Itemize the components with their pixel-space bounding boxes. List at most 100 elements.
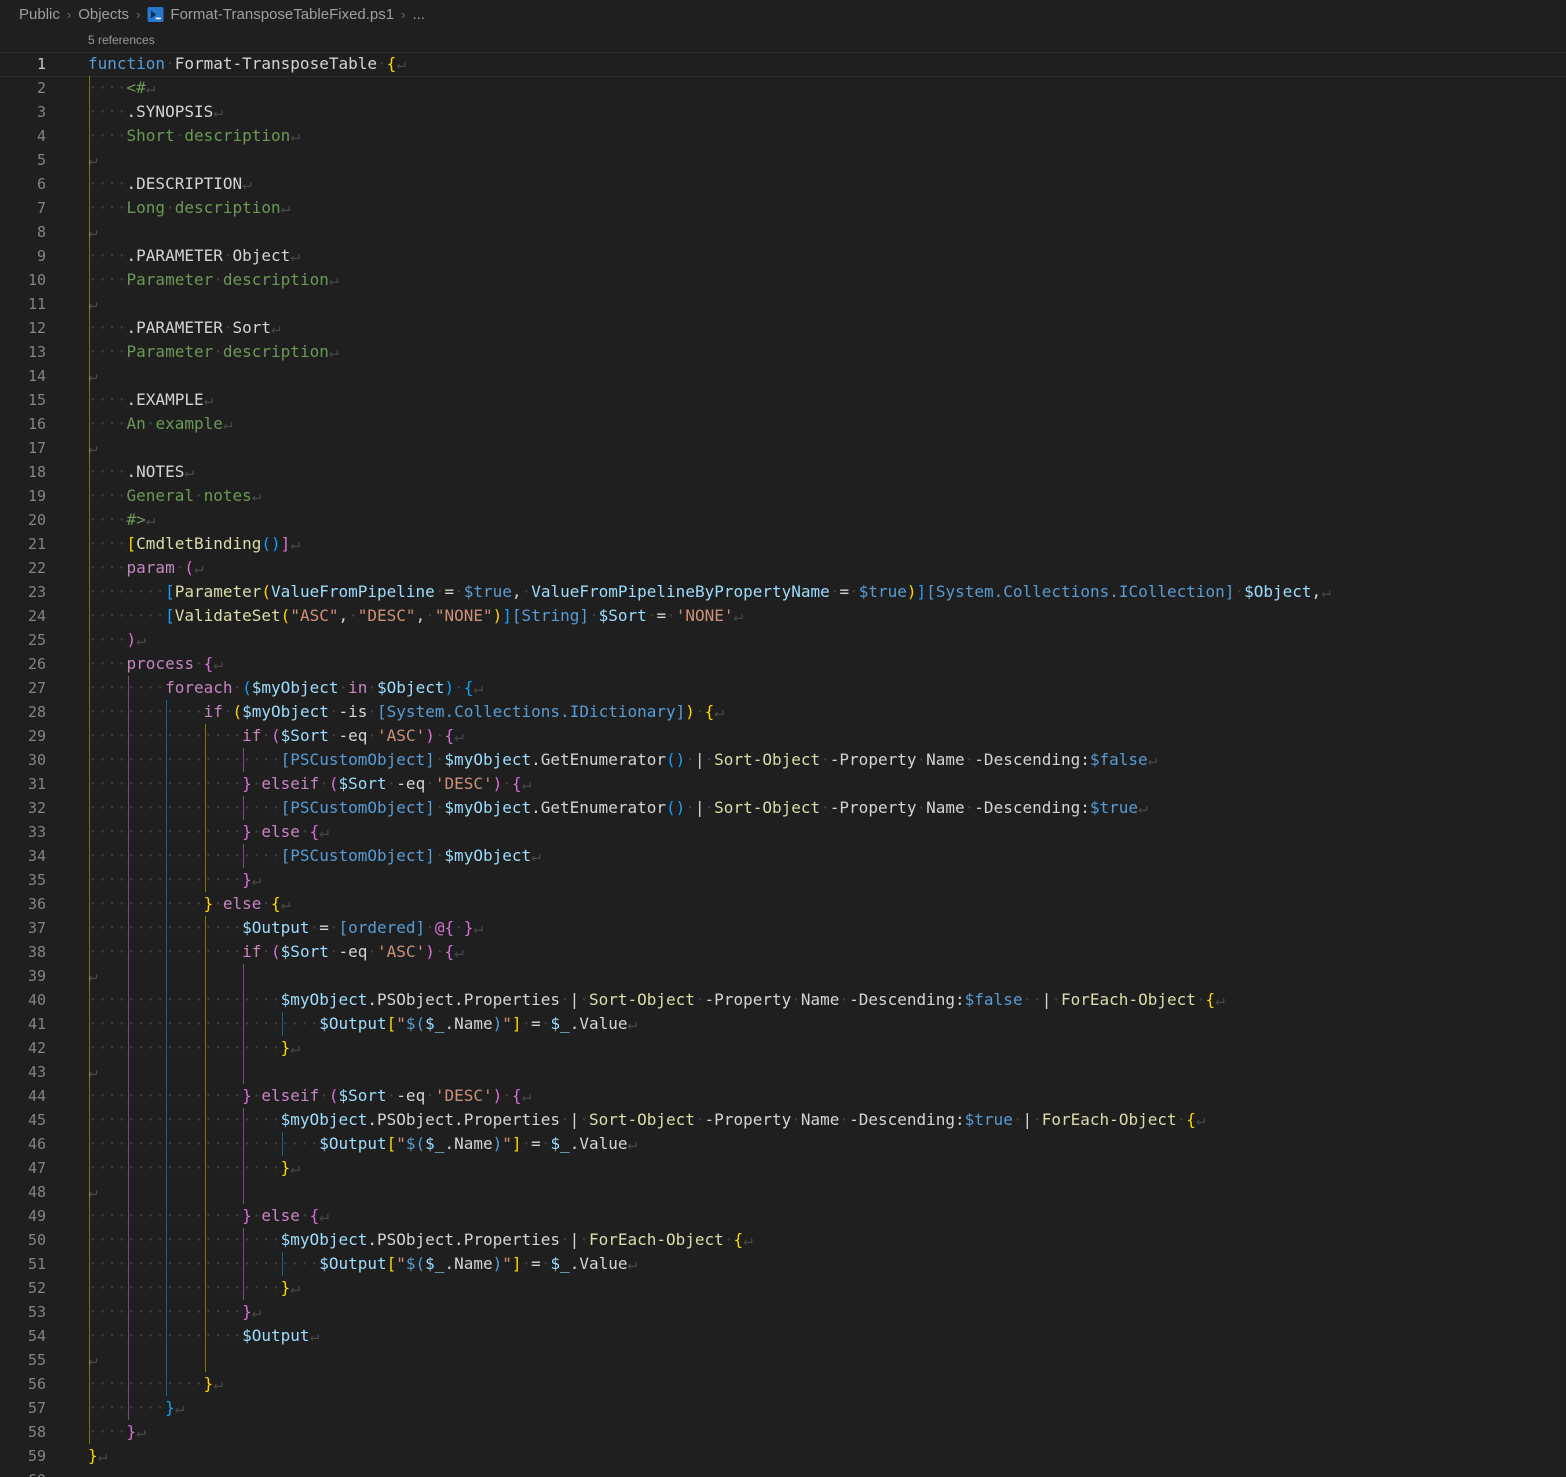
breadcrumb-item-file[interactable]: Format-TransposeTableFixed.ps1	[170, 6, 394, 23]
code-line-text: }↵	[88, 1444, 107, 1468]
code-line[interactable]: 7····Long·description↵	[0, 196, 1566, 220]
chevron-right-icon: ›	[60, 7, 78, 22]
code-line[interactable]: 13····Parameter·description↵	[0, 340, 1566, 364]
breadcrumb-item-more[interactable]: ...	[412, 6, 425, 23]
token: $Sort	[338, 774, 386, 793]
token: ]	[512, 1254, 522, 1273]
whitespace-dots: ·	[1177, 1110, 1187, 1129]
editor-code-area[interactable]: 1function·Format-TransposeTable·{↵2····<…	[0, 52, 1566, 1477]
token: Sort-Object	[714, 798, 820, 817]
token: $false	[965, 990, 1023, 1009]
code-line[interactable]: 31················}·elseif·($Sort·-eq·'D…	[0, 772, 1566, 796]
token: $(	[406, 1134, 425, 1153]
code-line[interactable]: 38················if·($Sort·-eq·'ASC')·{…	[0, 940, 1566, 964]
code-line[interactable]: 60	[0, 1468, 1566, 1477]
code-line[interactable]: 46························$Output["$($_.…	[0, 1132, 1566, 1156]
code-line[interactable]: 4····Short·description↵	[0, 124, 1566, 148]
whitespace-dots: ················	[88, 870, 242, 889]
token: description	[223, 270, 329, 289]
code-line[interactable]: 11↵	[0, 292, 1566, 316]
code-line[interactable]: 52····················}↵	[0, 1276, 1566, 1300]
token: if	[242, 726, 261, 745]
code-line[interactable]: 49················}·else·{↵	[0, 1204, 1566, 1228]
token: $myObject	[252, 678, 339, 697]
code-line-text: ························$Output["$($_.Na…	[88, 1252, 637, 1276]
code-line[interactable]: 34····················[PSCustomObject]·$…	[0, 844, 1566, 868]
code-line[interactable]: 29················if·($Sort·-eq·'ASC')·{…	[0, 724, 1566, 748]
code-line[interactable]: 44················}·elseif·($Sort·-eq·'D…	[0, 1084, 1566, 1108]
code-line[interactable]: 56············}↵	[0, 1372, 1566, 1396]
code-line[interactable]: 57········}↵	[0, 1396, 1566, 1420]
code-line[interactable]: 20····#>↵	[0, 508, 1566, 532]
code-line[interactable]: 59}↵	[0, 1444, 1566, 1468]
code-line[interactable]: 42····················}↵	[0, 1036, 1566, 1060]
code-line[interactable]: 27········foreach·($myObject·in·$Object)…	[0, 676, 1566, 700]
line-number: 29	[0, 724, 88, 748]
token: ()	[261, 534, 280, 553]
code-line[interactable]: 32····················[PSCustomObject]·$…	[0, 796, 1566, 820]
code-line[interactable]: 36············}·else·{↵	[0, 892, 1566, 916]
code-line[interactable]: 37················$Output·=·[ordered]·@{…	[0, 916, 1566, 940]
eol-mark-icon: ↵	[175, 1398, 185, 1417]
code-line[interactable]: 47····················}↵	[0, 1156, 1566, 1180]
code-line[interactable]: 17↵	[0, 436, 1566, 460]
code-line[interactable]: 41························$Output["$($_.…	[0, 1012, 1566, 1036]
code-line[interactable]: 19····General·notes↵	[0, 484, 1566, 508]
code-line-text: ················}↵	[88, 1300, 261, 1324]
token: $myObject	[281, 990, 368, 1009]
breadcrumb-item-public[interactable]: Public	[19, 6, 60, 23]
code-line[interactable]: 48↵	[0, 1180, 1566, 1204]
breadcrumb-item-objects[interactable]: Objects	[78, 6, 129, 23]
code-line-text: ····················}↵	[88, 1036, 300, 1060]
token: )	[444, 678, 454, 697]
whitespace-dots: ·	[1032, 1110, 1042, 1129]
token: {	[204, 654, 214, 673]
code-line[interactable]: 9····.PARAMETER·Object↵	[0, 244, 1566, 268]
code-line[interactable]: 14↵	[0, 364, 1566, 388]
code-line[interactable]: 15····.EXAMPLE↵	[0, 388, 1566, 412]
codelens-references-link[interactable]: 5 references	[88, 33, 155, 47]
code-line[interactable]: 25····)↵	[0, 628, 1566, 652]
code-line[interactable]: 6····.DESCRIPTION↵	[0, 172, 1566, 196]
code-line[interactable]: 8↵	[0, 220, 1566, 244]
code-line[interactable]: 24········[ValidateSet("ASC",·"DESC",·"N…	[0, 604, 1566, 628]
token: [System.Collections.ICollection]	[926, 582, 1234, 601]
code-line[interactable]: 53················}↵	[0, 1300, 1566, 1324]
code-line[interactable]: 26····process·{↵	[0, 652, 1566, 676]
code-line[interactable]: 40····················$myObject.PSObject…	[0, 988, 1566, 1012]
code-line[interactable]: 58····}↵	[0, 1420, 1566, 1444]
eol-mark-icon: ↵	[136, 630, 146, 649]
whitespace-dots: ·	[435, 846, 445, 865]
code-line[interactable]: 3····.SYNOPSIS↵	[0, 100, 1566, 124]
code-line[interactable]: 22····param·(↵	[0, 556, 1566, 580]
code-line[interactable]: 39↵	[0, 964, 1566, 988]
code-line[interactable]: 5↵	[0, 148, 1566, 172]
code-line[interactable]: 16····An·example↵	[0, 412, 1566, 436]
code-line[interactable]: 43↵	[0, 1060, 1566, 1084]
token: -eq	[338, 942, 367, 961]
whitespace-dots: ·	[560, 1110, 570, 1129]
code-line[interactable]: 12····.PARAMETER·Sort↵	[0, 316, 1566, 340]
code-line[interactable]: 23········[Parameter(ValueFromPipeline·=…	[0, 580, 1566, 604]
code-line[interactable]: 35················}↵	[0, 868, 1566, 892]
code-line[interactable]: 33················}·else·{↵	[0, 820, 1566, 844]
code-line[interactable]: 30····················[PSCustomObject]·$…	[0, 748, 1566, 772]
code-line[interactable]: 28············if·($myObject·-is·[System.…	[0, 700, 1566, 724]
eol-mark-icon: ↵	[88, 366, 98, 385]
code-line[interactable]: 50····················$myObject.PSObject…	[0, 1228, 1566, 1252]
line-number: 41	[0, 1012, 88, 1036]
whitespace-dots: ····	[88, 78, 127, 97]
code-line[interactable]: 51························$Output["$($_.…	[0, 1252, 1566, 1276]
token: -Property	[705, 990, 792, 1009]
code-line[interactable]: 18····.NOTES↵	[0, 460, 1566, 484]
code-line-text: ····General·notes↵	[88, 484, 261, 508]
code-line[interactable]: 21····[CmdletBinding()]↵	[0, 532, 1566, 556]
code-line[interactable]: 1function·Format-TransposeTable·{↵	[0, 52, 1566, 76]
code-line[interactable]: 55↵	[0, 1348, 1566, 1372]
token: =	[444, 582, 454, 601]
code-line[interactable]: 45····················$myObject.PSObject…	[0, 1108, 1566, 1132]
code-line[interactable]: 54················$Output↵	[0, 1324, 1566, 1348]
code-line[interactable]: 2····<#↵	[0, 76, 1566, 100]
whitespace-dots: ·	[175, 126, 185, 145]
code-line[interactable]: 10····Parameter·description↵	[0, 268, 1566, 292]
